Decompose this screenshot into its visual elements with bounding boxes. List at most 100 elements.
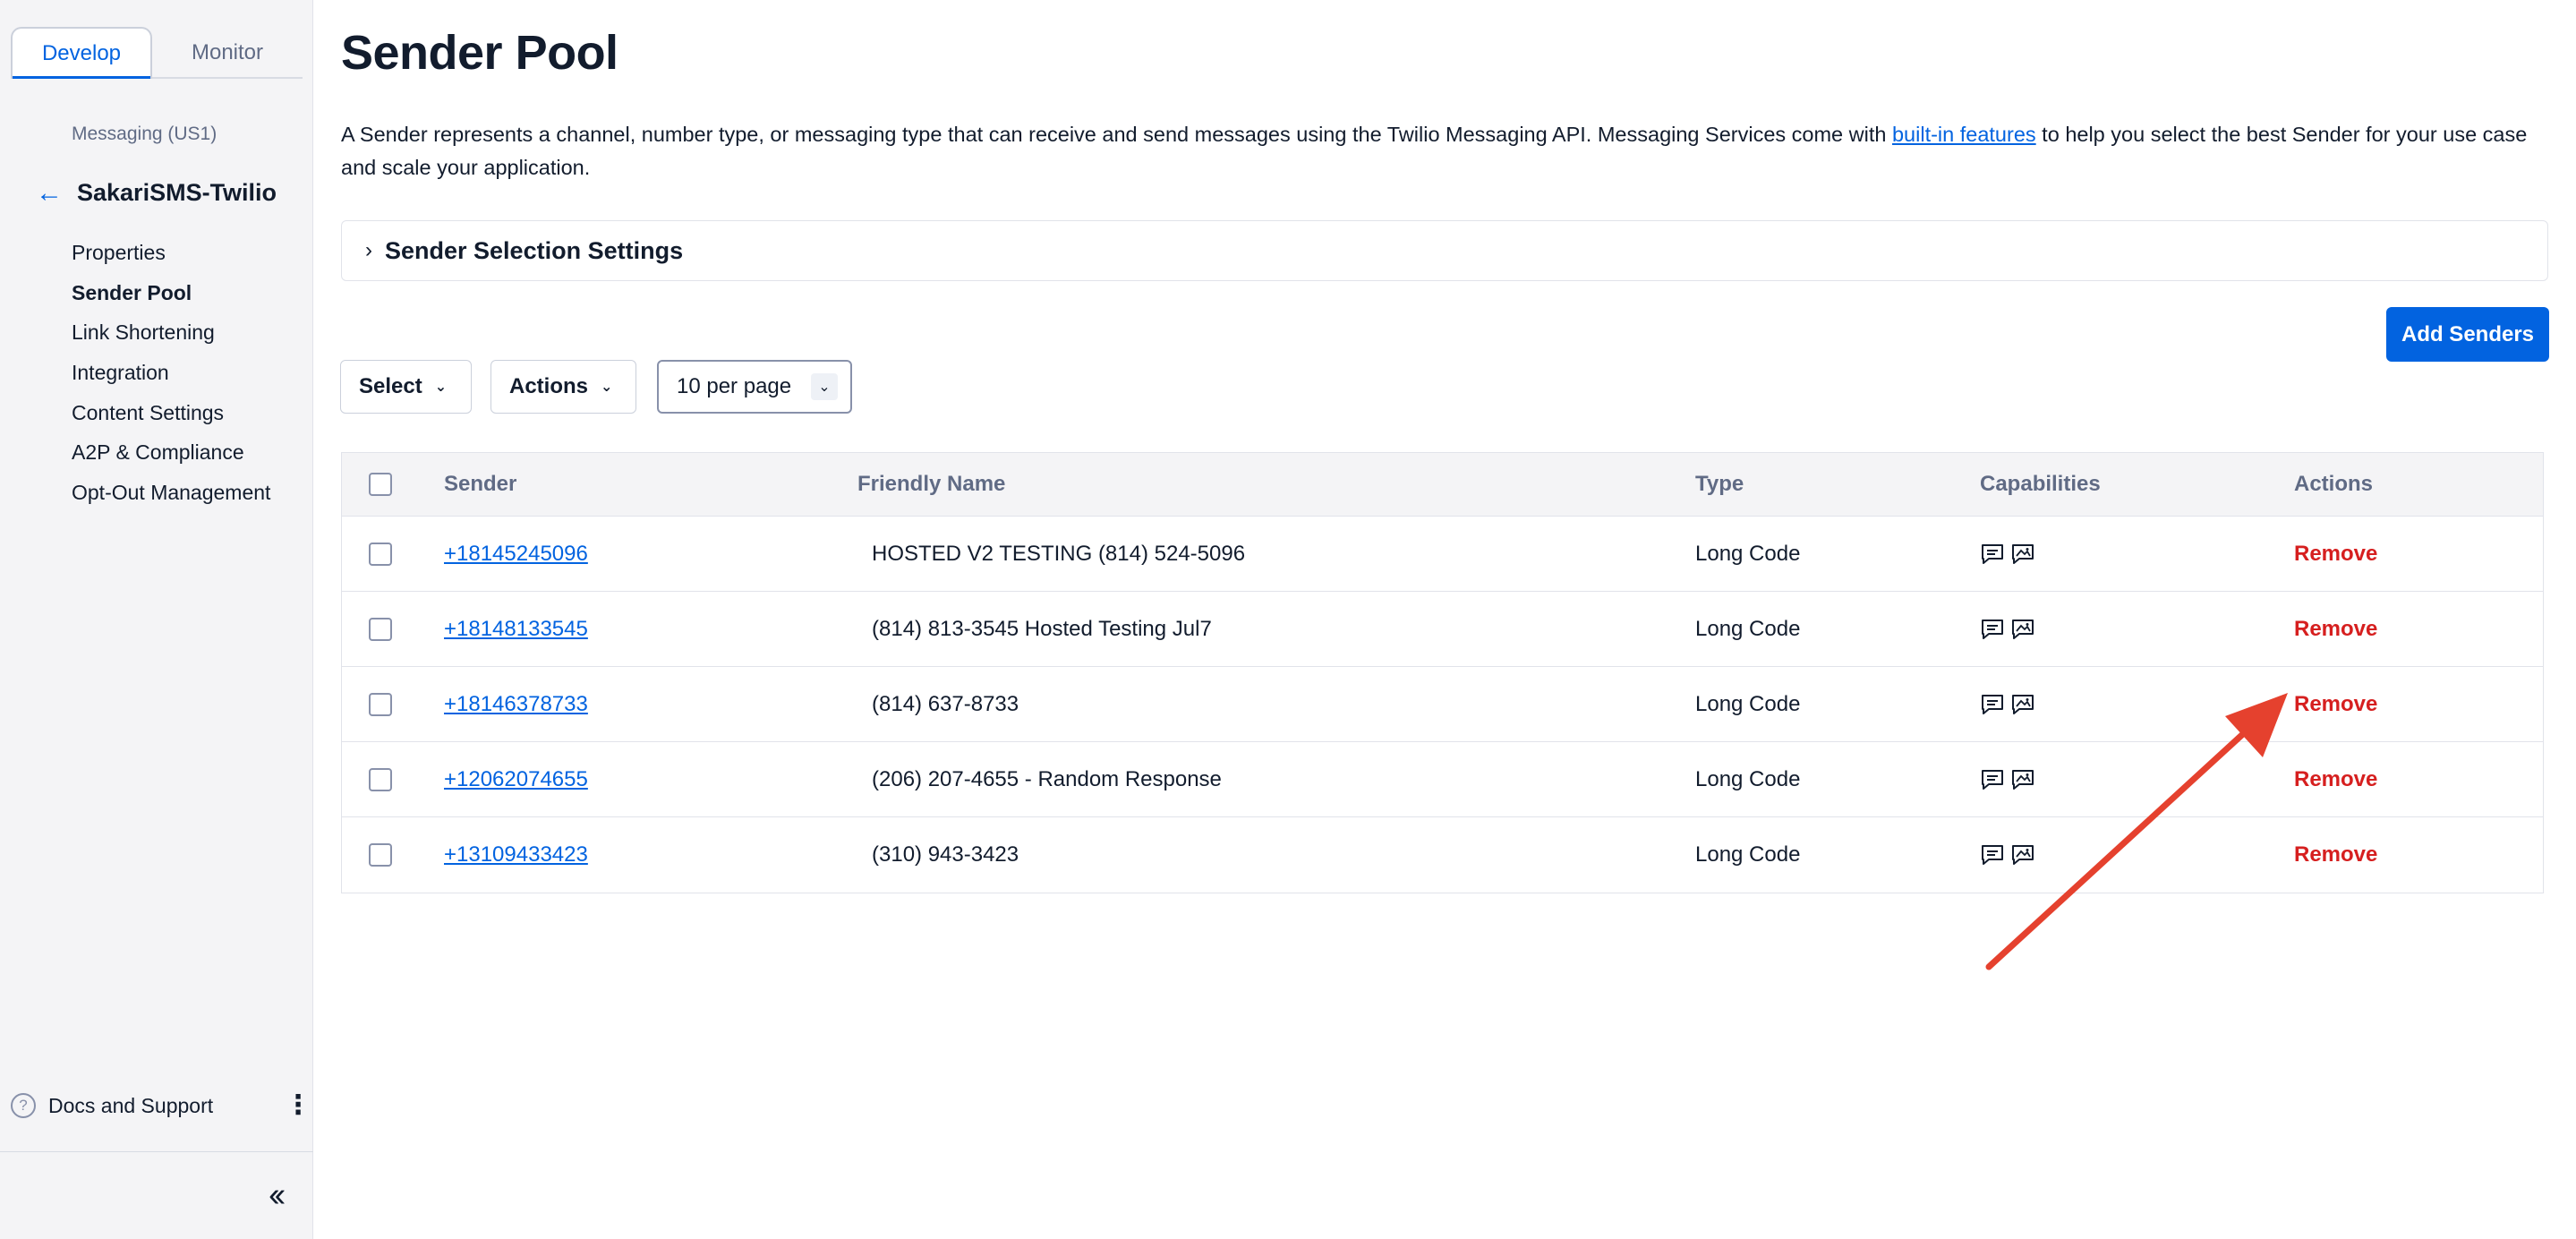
friendly-name: (814) 813-3545 Hosted Testing Jul7: [872, 616, 1212, 641]
sender-link[interactable]: +18148133545: [444, 617, 588, 642]
collapse-sidebar-icon[interactable]: ‹‹: [269, 1178, 286, 1212]
sender-type: Long Code: [1695, 616, 1801, 641]
sender-link[interactable]: +13109433423: [444, 842, 588, 867]
row-checkbox[interactable]: [369, 767, 392, 791]
friendly-name: (310) 943-3423: [872, 842, 1019, 867]
sender-cell: +18148133545: [444, 592, 588, 666]
chevron-down-icon: ⌄: [434, 380, 448, 395]
sender-selection-settings-disclosure[interactable]: › Sender Selection Settings: [341, 220, 2548, 281]
capabilities-cell: [1980, 592, 2035, 666]
mms-icon: [2012, 619, 2034, 639]
sidebar-item-integration[interactable]: Integration: [72, 355, 270, 395]
row-checkbox-cell: [369, 667, 392, 741]
capabilities-cell: [1980, 517, 2035, 591]
help-icon: ?: [11, 1093, 36, 1118]
sidebar: Develop Monitor Messaging (US1) ← Sakari…: [0, 0, 313, 1239]
sidebar-item-link-shortening[interactable]: Link Shortening: [72, 314, 270, 355]
select-dropdown[interactable]: Select ⌄: [340, 360, 472, 414]
sender-cell: +13109433423: [444, 817, 588, 893]
row-checkbox[interactable]: [369, 843, 392, 867]
sidebar-item-content-settings[interactable]: Content Settings: [72, 395, 270, 435]
sender-type: Long Code: [1695, 842, 1801, 867]
remove-cell: Remove: [2294, 592, 2377, 666]
tab-develop[interactable]: Develop: [11, 27, 152, 79]
sidebar-item-opt-out-management[interactable]: Opt-Out Management: [72, 474, 270, 515]
header-actions: Actions: [2294, 472, 2374, 496]
row-checkbox-cell: [369, 742, 392, 816]
sender-cell: +18146378733: [444, 667, 588, 741]
header-capabilities: Capabilities: [1980, 472, 2101, 496]
more-options-icon[interactable]: ⋮: [285, 1092, 311, 1119]
sms-icon: [1982, 769, 2003, 790]
sidebar-item-sender-pool[interactable]: Sender Pool: [72, 275, 270, 315]
tab-monitor[interactable]: Monitor: [152, 27, 303, 79]
row-checkbox[interactable]: [369, 617, 392, 641]
sender-type: Long Code: [1695, 766, 1801, 791]
select-label: Select: [359, 374, 422, 398]
header-friendly-name[interactable]: Friendly Name: [857, 453, 1005, 516]
service-name: SakariSMS-Twilio: [77, 179, 277, 206]
per-page-value: 10 per page: [677, 374, 792, 398]
remove-button[interactable]: Remove: [2294, 542, 2377, 567]
sender-type: Long Code: [1695, 541, 1801, 566]
friendly-name: (206) 207-4655 - Random Response: [872, 766, 1222, 791]
table-row: +12062074655 (206) 207-4655 - Random Res…: [342, 742, 2543, 817]
sidebar-tabs: Develop Monitor: [11, 27, 303, 79]
chevron-down-icon: ⌄: [811, 373, 838, 400]
mms-icon: [2012, 845, 2034, 865]
table-row: +13109433423 (310) 943-3423 Long Code Re…: [342, 817, 2543, 893]
sender-cell: +12062074655: [444, 742, 588, 816]
actions-label: Actions: [509, 374, 589, 398]
sidebar-item-a2p-compliance[interactable]: A2P & Compliance: [72, 434, 270, 474]
table-row: +18145245096 HOSTED V2 TESTING (814) 524…: [342, 517, 2543, 592]
remove-button[interactable]: Remove: [2294, 692, 2377, 717]
row-checkbox-cell: [369, 592, 392, 666]
chevron-right-icon: ›: [365, 238, 372, 262]
add-senders-button[interactable]: Add Senders: [2386, 307, 2549, 362]
row-checkbox[interactable]: [369, 692, 392, 716]
mms-icon: [2012, 769, 2034, 790]
select-all-checkbox[interactable]: [369, 473, 392, 496]
per-page-select[interactable]: 10 per page ⌄: [657, 360, 852, 414]
capabilities-cell: [1980, 742, 2035, 816]
docs-and-support[interactable]: ? Docs and Support ⋮: [11, 1092, 311, 1119]
sender-link[interactable]: +18145245096: [444, 542, 588, 567]
sender-link[interactable]: +18146378733: [444, 692, 588, 717]
sms-icon: [1982, 543, 2003, 564]
remove-cell: Remove: [2294, 817, 2377, 893]
row-checkbox-cell: [369, 817, 392, 893]
select-all-cell: [369, 453, 392, 516]
header-type[interactable]: Type: [1695, 453, 1744, 516]
remove-button[interactable]: Remove: [2294, 842, 2377, 867]
sidebar-item-properties[interactable]: Properties: [72, 235, 270, 275]
page-title: Sender Pool: [341, 26, 618, 80]
description-text-pre: A Sender represents a channel, number ty…: [341, 123, 1892, 146]
friendly-name: (814) 637-8733: [872, 691, 1019, 716]
sms-icon: [1982, 845, 2003, 865]
row-checkbox-cell: [369, 517, 392, 591]
header-sender[interactable]: Sender: [444, 453, 516, 516]
mms-icon: [2012, 543, 2034, 564]
service-header: ← SakariSMS-Twilio: [36, 179, 277, 207]
page-description: A Sender represents a channel, number ty…: [341, 118, 2543, 184]
remove-button[interactable]: Remove: [2294, 617, 2377, 642]
sidebar-divider: [0, 1151, 313, 1152]
table-header: Sender Friendly Name Type Capabilities A…: [342, 453, 2543, 517]
sms-icon: [1982, 619, 2003, 639]
chevron-down-icon: ⌄: [601, 380, 613, 395]
sender-link[interactable]: +12062074655: [444, 767, 588, 792]
sidebar-nav: Properties Sender Pool Link Shortening I…: [72, 235, 270, 515]
disclosure-label: Sender Selection Settings: [385, 236, 684, 264]
breadcrumb[interactable]: Messaging (US1): [72, 124, 217, 145]
actions-dropdown[interactable]: Actions ⌄: [490, 360, 636, 414]
row-checkbox[interactable]: [369, 542, 392, 566]
back-arrow-icon[interactable]: ←: [36, 179, 63, 207]
remove-cell: Remove: [2294, 742, 2377, 816]
table-row: +18146378733 (814) 637-8733 Long Code Re…: [342, 667, 2543, 742]
built-in-features-link[interactable]: built-in features: [1892, 123, 2036, 146]
capabilities-cell: [1980, 667, 2035, 741]
friendly-name: HOSTED V2 TESTING (814) 524-5096: [872, 541, 1246, 566]
senders-table: Sender Friendly Name Type Capabilities A…: [341, 452, 2544, 893]
docs-label: Docs and Support: [48, 1093, 214, 1117]
remove-button[interactable]: Remove: [2294, 767, 2377, 792]
